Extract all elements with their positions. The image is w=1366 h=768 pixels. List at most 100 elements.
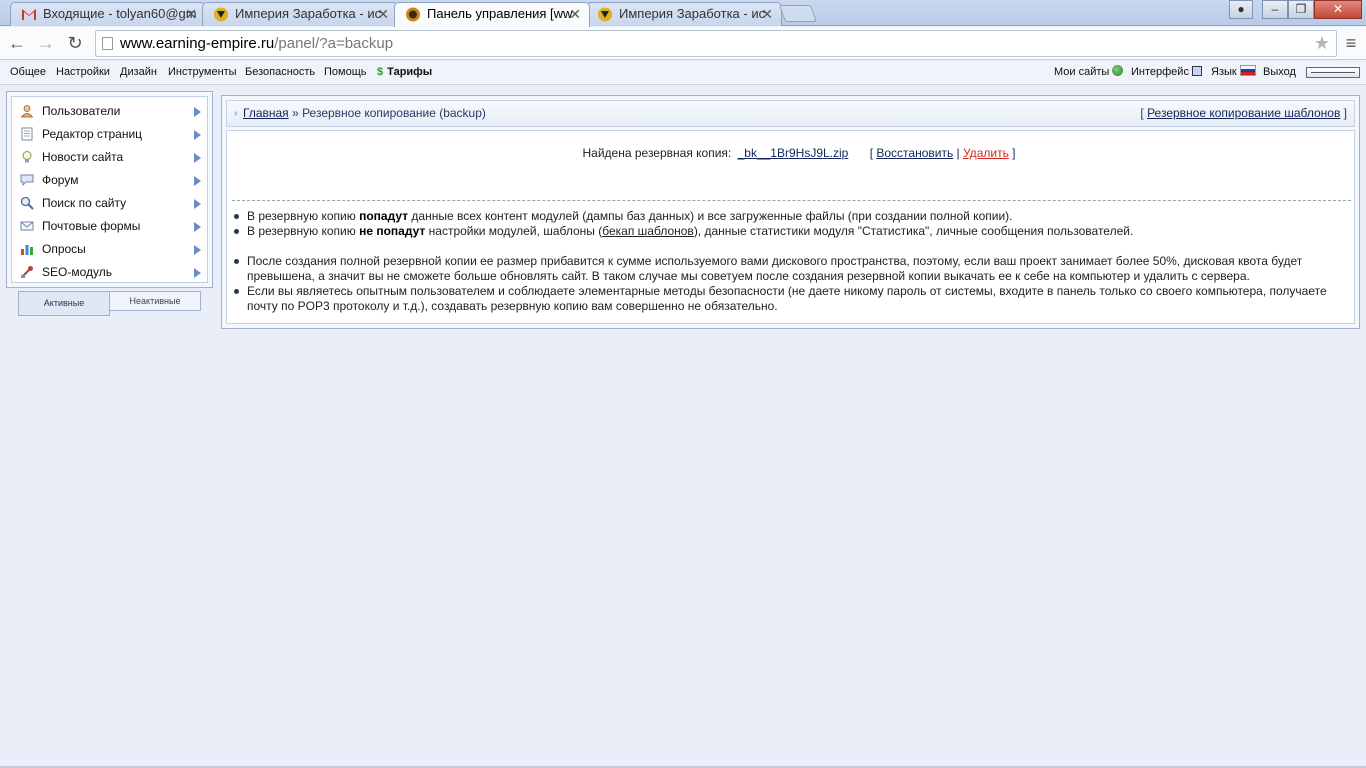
tab-close-icon[interactable]: ✕ [569, 3, 581, 25]
sidebar-item-label: Пользователи [42, 104, 121, 118]
new-tab-button[interactable] [778, 5, 818, 22]
sidebar-item-search[interactable]: Поиск по сайту [12, 192, 207, 215]
browser-tab-empire-2[interactable]: Империя Заработка - ис ✕ [586, 2, 782, 26]
sidebar-item-label: Форум [42, 173, 79, 187]
url-path: /panel/?a=backup [274, 35, 394, 52]
tab-inactive[interactable]: Неактивные [109, 291, 201, 311]
sidebar-item-mail-forms[interactable]: Почтовые формы [12, 215, 207, 238]
menu-settings[interactable]: Настройки [56, 61, 110, 83]
bulb-icon [22, 151, 32, 163]
browser-tab-gmail[interactable]: Входящие - tolyan60@gm ✕ [10, 2, 206, 26]
mail-icon [20, 221, 34, 231]
chevron-right-icon [194, 222, 201, 232]
chevron-right-icon [194, 176, 201, 186]
maximize-icon[interactable]: ❐ [1288, 0, 1314, 19]
chart-icon [21, 245, 33, 255]
backup-actions: [ Восстановить | Удалить ] [869, 146, 1016, 160]
templates-backup-inline-link[interactable]: бекап шаблонов [602, 224, 694, 238]
tab-close-icon[interactable]: ✕ [377, 3, 389, 25]
note-item: Если вы являетесь опытным пользователем … [234, 284, 1344, 314]
tab-title: Империя Заработка - ис [619, 6, 766, 21]
note-bold: попадут [359, 209, 409, 223]
sidebar-item-label: Поиск по сайту [42, 196, 127, 210]
menu-tools[interactable]: Инструменты [168, 61, 237, 83]
note-text: В резервную копию [247, 224, 356, 238]
tab-title: Входящие - tolyan60@gm [43, 6, 197, 21]
note-item: В резервную копию не попадут настройки м… [234, 224, 1344, 239]
address-bar[interactable]: www.earning-empire.ru/panel/?a=backup ★ [95, 30, 1337, 57]
minimize-icon[interactable]: – [1262, 0, 1288, 19]
sidebar-item-seo[interactable]: SEO-модуль [12, 261, 207, 284]
note-text: В резервную копию [247, 209, 356, 223]
empire-favicon [598, 7, 612, 22]
templates-backup-link[interactable]: Резервное копирование шаблонов [1147, 106, 1340, 120]
browser-tab-empire-1[interactable]: Империя Заработка - ис ✕ [202, 2, 398, 26]
breadcrumb-arrow-icon: › [234, 108, 238, 119]
reload-icon[interactable]: ↻ [63, 31, 87, 55]
menu-tariffs-label: Тарифы [387, 66, 433, 78]
breadcrumb-separator: » [292, 106, 299, 120]
globe-icon [1112, 65, 1124, 76]
sidebar-item-page-editor[interactable]: Редактор страниц [12, 123, 207, 146]
sidebar-item-label: Опросы [42, 242, 86, 256]
sidebar: Пользователи Редактор страниц Новости са… [6, 91, 213, 288]
delete-link[interactable]: Удалить [963, 146, 1009, 160]
menu-my-sites-label: Мои сайты [1054, 66, 1110, 78]
notes-list: В резервную копию попадут данные всех ко… [234, 209, 1344, 314]
sidebar-item-label: SEO-модуль [42, 265, 112, 279]
sidebar-item-news[interactable]: Новости сайта [12, 146, 207, 169]
backup-file-link[interactable]: _bk__1Br9HsJ9L.zip [738, 146, 849, 160]
chevron-right-icon [194, 268, 201, 278]
russia-flag-icon [1239, 65, 1256, 76]
chevron-right-icon [194, 199, 201, 209]
tab-close-icon[interactable]: ✕ [185, 3, 197, 25]
user-icon [20, 105, 34, 118]
restore-link[interactable]: Восстановить [876, 146, 953, 160]
window-icon [1191, 66, 1202, 76]
menu-logout[interactable]: Выход [1263, 61, 1296, 83]
sidebar-item-label: Новости сайта [42, 150, 124, 164]
url-host: www.earning-empire.ru [120, 35, 275, 52]
menu-interface-label: Интерфейс [1131, 66, 1189, 78]
main-panel: › Главная » Резервное копирование (backu… [221, 95, 1360, 329]
chevron-right-icon [194, 107, 201, 117]
bookmark-star-icon[interactable]: ★ [1314, 31, 1330, 56]
sidebar-item-users[interactable]: Пользователи [12, 100, 207, 123]
app-menubar: Общее Настройки Дизайн Инструменты Безоп… [0, 61, 1366, 85]
zoom-slider[interactable] [1306, 67, 1360, 78]
note-text: настройки модулей, шаблоны ( [428, 224, 603, 238]
gmail-icon [22, 9, 36, 20]
breadcrumb: Главная » Резервное копирование (backup) [243, 101, 486, 126]
menu-general[interactable]: Общее [10, 61, 46, 83]
menu-language[interactable]: Язык [1211, 61, 1256, 83]
note-text: ), данные статистики модуля "Статистика"… [693, 224, 1134, 238]
menu-tariffs[interactable]: $ Тарифы [377, 61, 432, 83]
menu-my-sites[interactable]: Мои сайты [1054, 61, 1124, 83]
tab-close-icon[interactable]: ✕ [761, 3, 773, 25]
window-close-icon[interactable]: ✕ [1314, 0, 1362, 19]
tab-active[interactable]: Активные [18, 291, 110, 316]
note-text: данные всех контент модулей (дампы баз д… [411, 209, 1013, 223]
chevron-right-icon [194, 153, 201, 163]
menu-design[interactable]: Дизайн [120, 61, 157, 83]
divider [232, 200, 1351, 201]
note-item: После создания полной резервной копии ее… [234, 254, 1344, 284]
found-backup-row: Найдена резервная копия: _bk__1Br9HsJ9L.… [227, 146, 1354, 160]
menu-help[interactable]: Помощь [324, 61, 367, 83]
back-icon[interactable]: ← [5, 31, 29, 55]
page-icon [21, 127, 33, 141]
profile-icon[interactable]: ● [1229, 0, 1253, 19]
menu-interface[interactable]: Интерфейс [1131, 61, 1202, 83]
browser-tab-panel[interactable]: Панель управления [ww ✕ [394, 2, 590, 27]
sidebar-item-forum[interactable]: Форум [12, 169, 207, 192]
sidebar-item-polls[interactable]: Опросы [12, 238, 207, 261]
found-backup-label: Найдена резервная копия: [582, 146, 732, 160]
seo-icon [21, 266, 33, 278]
forward-icon[interactable]: → [34, 31, 58, 55]
breadcrumb-home-link[interactable]: Главная [243, 106, 289, 120]
backup-content: Найдена резервная копия: _bk__1Br9HsJ9L.… [226, 130, 1355, 324]
menu-security[interactable]: Безопасность [245, 61, 315, 83]
tab-title: Империя Заработка - ис [235, 6, 382, 21]
note-bold: не попадут [359, 224, 426, 238]
browser-menu-icon[interactable]: ≡ [1341, 31, 1361, 55]
